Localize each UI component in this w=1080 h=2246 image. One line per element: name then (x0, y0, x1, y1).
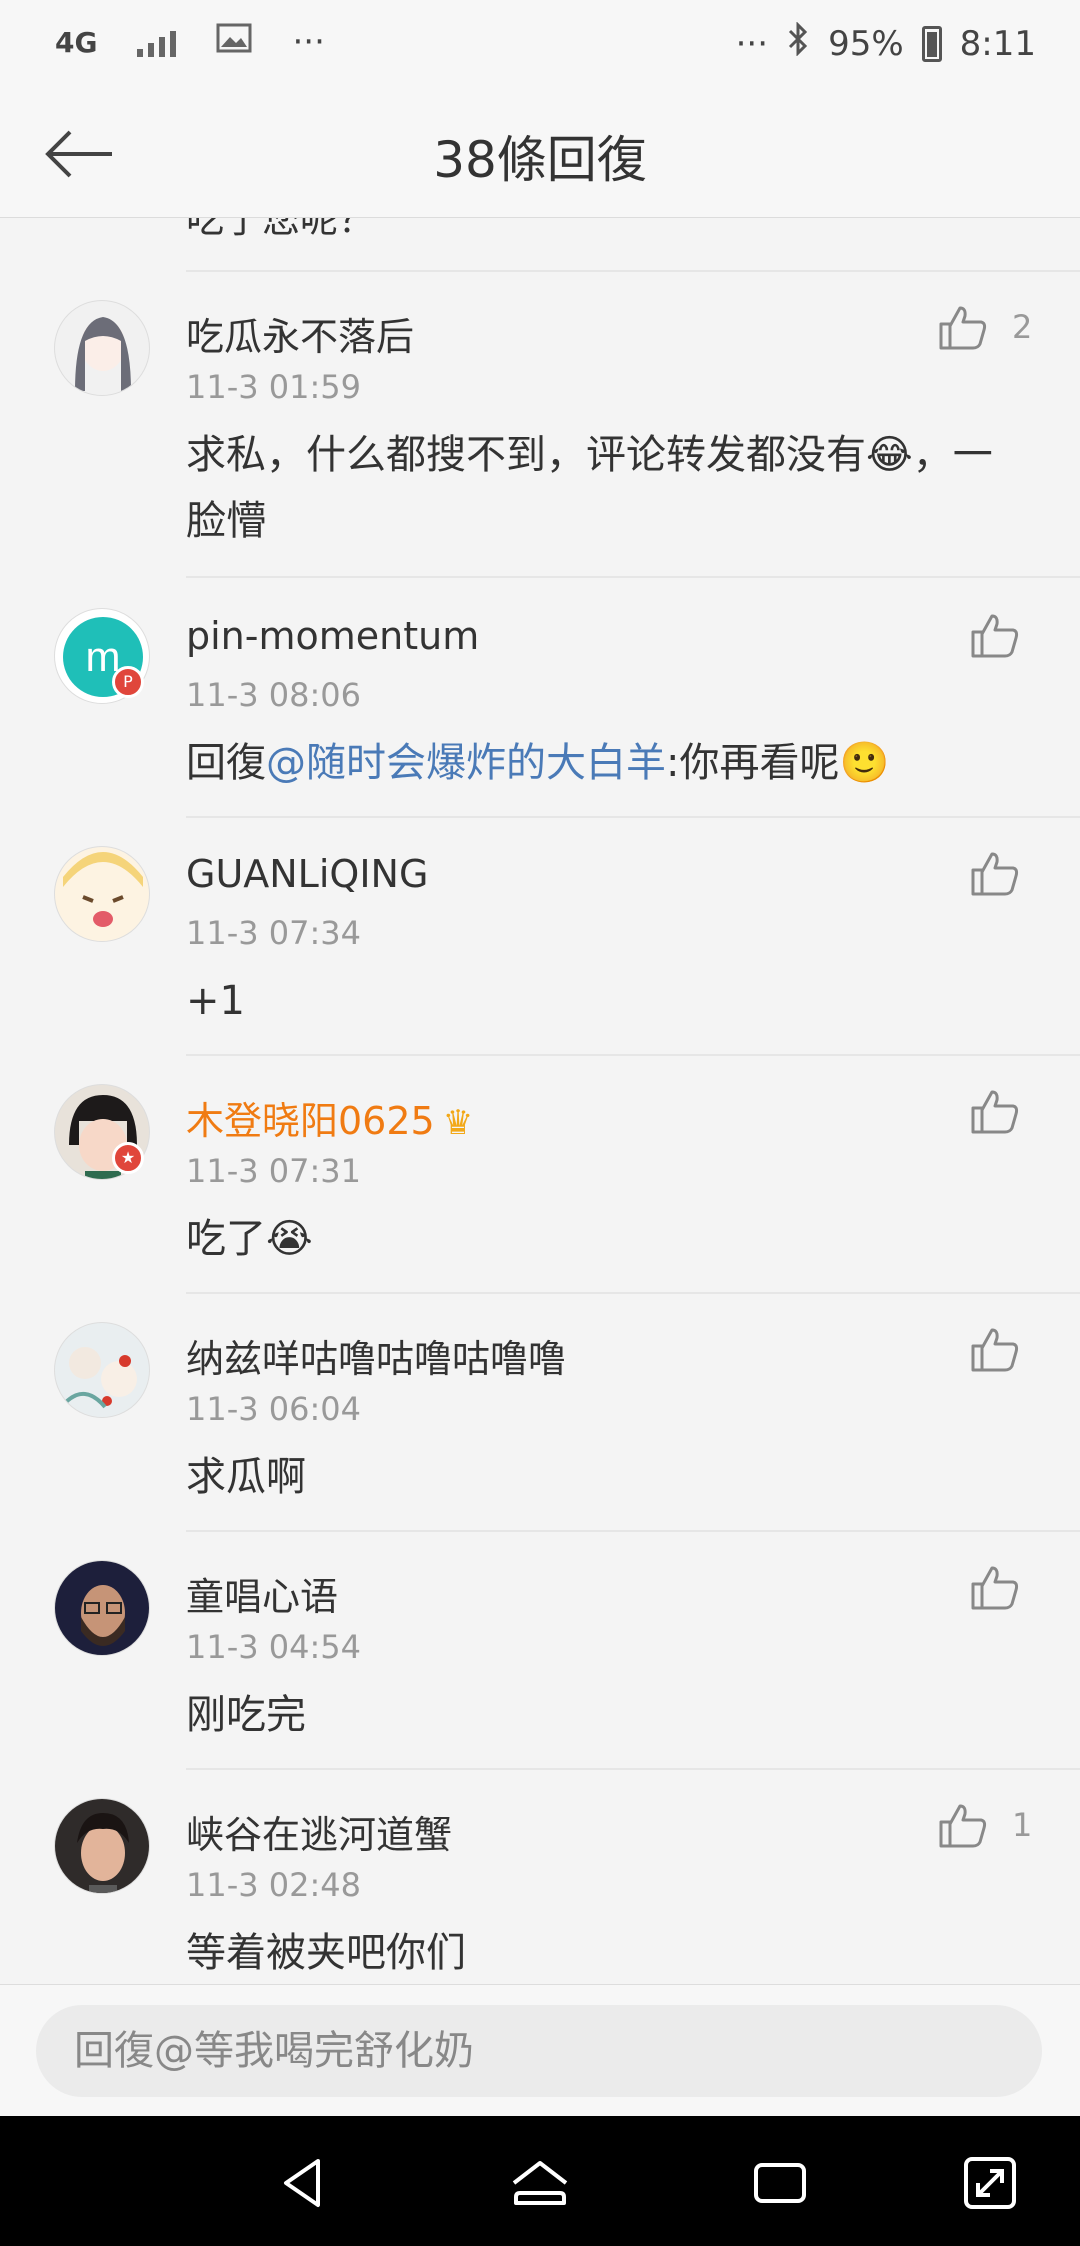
more-status-icon: ··· (735, 23, 769, 64)
avatar[interactable] (54, 1798, 150, 1894)
verified-badge-icon: ★ (112, 1142, 144, 1174)
like-count: 2 (1012, 308, 1033, 346)
thumbs-up-icon (971, 1566, 1019, 1610)
system-home-button[interactable] (508, 2151, 572, 2215)
divider (186, 1530, 1080, 1532)
comment-time: 11-3 07:34 (186, 914, 362, 952)
battery-percent: 95% (828, 23, 904, 64)
username-text: 木登晓阳0625 (186, 1099, 435, 1143)
divider (186, 576, 1080, 578)
avatar[interactable] (54, 300, 150, 396)
reply-text: :你再看呢🙂 (666, 740, 890, 786)
like-button[interactable] (970, 1326, 1030, 1378)
comment-text: 求私，什么都搜不到，评论转发都没有😂，一脸懵 (186, 432, 993, 544)
page-title: 38條回復 (433, 131, 647, 189)
comment-text: 回復@随时会爆炸的大白羊:你再看呢🙂 (186, 730, 1006, 796)
pinterest-badge-icon: P (112, 666, 144, 698)
comment-text: 吃了😭 (186, 1216, 313, 1262)
battery-icon (921, 25, 942, 62)
username[interactable]: 木登晓阳0625 ♛ (186, 1090, 473, 1145)
vip-crown-icon: ♛ (442, 1103, 474, 1143)
comment-time: 11-3 04:54 (186, 1628, 362, 1666)
avatar[interactable] (54, 1560, 150, 1656)
home-icon (512, 2161, 568, 2205)
like-button[interactable] (970, 850, 1030, 902)
comment-text: +1 (186, 978, 245, 1024)
system-expand-button[interactable] (958, 2151, 1022, 2215)
reply-prefix: 回復 (186, 740, 266, 786)
recents-icon (754, 2163, 806, 2203)
comment-time: 11-3 07:31 (186, 1152, 362, 1190)
more-notifications-icon: ··· (292, 22, 325, 62)
reply-input[interactable]: 回復@等我喝完舒化奶 (36, 2005, 1042, 2097)
gallery-icon (216, 22, 252, 62)
comment-time: 11-3 01:59 (186, 368, 362, 406)
divider (186, 1292, 1080, 1294)
thumbs-up-icon (971, 1090, 1019, 1134)
username[interactable]: 吃瓜永不落后 (186, 306, 414, 361)
status-bar: 4G ··· ··· 95% 8:11 (0, 0, 1080, 92)
reply-bar: 回復@等我喝完舒化奶 (0, 1984, 1080, 2117)
divider (186, 270, 1080, 272)
comment-text: 等着被夹吧你们 (186, 1930, 466, 1976)
mention-link[interactable]: @随时会爆炸的大白羊 (266, 740, 666, 786)
thumbs-up-icon (939, 1804, 987, 1848)
system-back-button[interactable] (272, 2151, 336, 2215)
like-button[interactable] (970, 1088, 1030, 1140)
thumbs-up-icon (971, 852, 1019, 896)
thumbs-up-icon (939, 306, 987, 350)
divider (186, 1768, 1080, 1770)
comment-list[interactable]: 吃了您呢？ 吃瓜永不落后 11-3 01:59 求私，什么都搜不到，评论转发都没… (0, 218, 1080, 1984)
like-button[interactable] (970, 612, 1030, 664)
comment-time: 11-3 02:48 (186, 1866, 362, 1904)
username[interactable]: 峡谷在逃河道蟹 (186, 1804, 452, 1859)
thumbs-up-icon (971, 614, 1019, 658)
comment-time: 11-3 08:06 (186, 676, 362, 714)
like-button[interactable] (938, 304, 998, 356)
like-button[interactable] (938, 1802, 998, 1854)
comment-text: 刚吃完 (186, 1692, 306, 1738)
network-indicator: 4G (55, 25, 98, 59)
like-count: 1 (1012, 1806, 1033, 1844)
username[interactable]: 童唱心语 (186, 1566, 338, 1621)
bluetooth-icon (786, 21, 810, 65)
triangle-back-icon (284, 2159, 320, 2207)
avatar[interactable] (54, 846, 150, 942)
comment-text: 求瓜啊 (186, 1454, 306, 1500)
system-recents-button[interactable] (748, 2151, 812, 2215)
comment-time: 11-3 06:04 (186, 1390, 362, 1428)
divider (186, 1054, 1080, 1056)
header: 38條回復 (0, 92, 1080, 218)
divider (186, 816, 1080, 818)
system-nav-bar (0, 2116, 1080, 2246)
partial-comment-text: 吃了您呢？ (186, 218, 377, 241)
thumbs-up-icon (971, 1328, 1019, 1372)
clock: 8:11 (959, 23, 1036, 64)
signal-icon (137, 27, 177, 57)
username[interactable]: pin-momentum (186, 614, 479, 658)
avatar[interactable] (54, 1322, 150, 1418)
username[interactable]: 纳兹咩咕噜咕噜咕噜噜 (186, 1328, 566, 1383)
username[interactable]: GUANLiQING (186, 852, 428, 896)
expand-icon (964, 2157, 1016, 2209)
like-button[interactable] (970, 1564, 1030, 1616)
